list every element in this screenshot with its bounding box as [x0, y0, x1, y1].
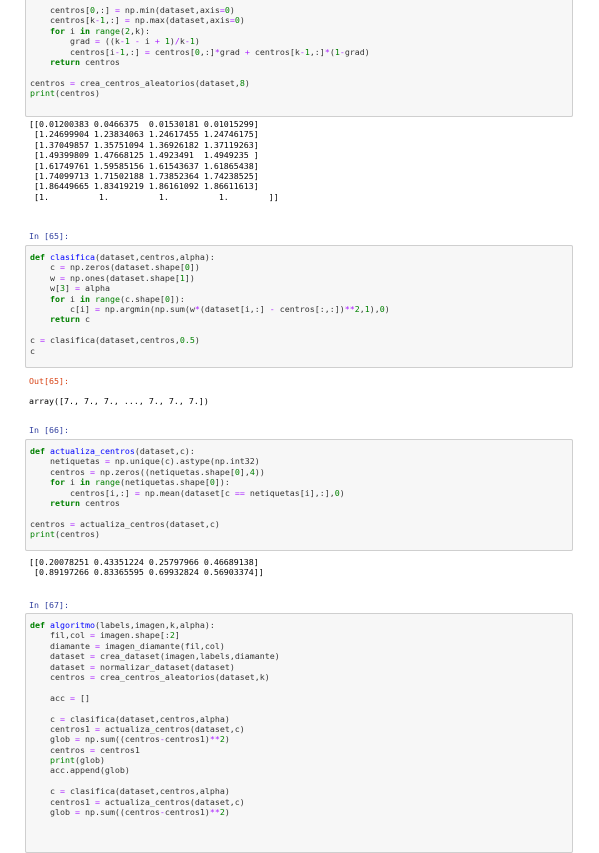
code-editor[interactable]: def clasifica(dataset,centros,alpha): c … — [26, 246, 572, 356]
code-line: acc = [] — [30, 692, 90, 703]
code-line: return centros — [49, 56, 120, 67]
code-line: c = clasifica(dataset,centros,alpha) — [30, 713, 230, 724]
output-actualiza-centros: [[0.20078251 0.43351224 0.25797966 0.466… — [29, 557, 569, 578]
output-line: [0.89197266 0.83365595 0.69932824 0.5690… — [29, 567, 264, 578]
code-line: dataset = normalizar_dataset(dataset) — [30, 661, 235, 672]
input-prompt-66: In [66]: — [29, 425, 69, 435]
code-line: centros = np.zeros((netiquetas.shape[0],… — [30, 466, 265, 477]
code-line: centros = crea_centros_aleatorios(datase… — [30, 77, 250, 88]
code-line: centros1 = actualiza_centros(dataset,c) — [30, 723, 245, 734]
input-prompt-65: In [65]: — [29, 231, 69, 241]
code-line: for i in range(c.shape[0]): — [49, 293, 185, 304]
output-line: [[0.01200383 0.0466375 0.01530181 0.0101… — [29, 119, 259, 129]
input-prompt-67: In [67]: — [29, 600, 69, 610]
code-cell-actualiza-centros[interactable]: def actualiza_centros(dataset,c): netiqu… — [25, 439, 573, 551]
code-line: netiquetas = np.unique(c).astype(np.int3… — [30, 456, 260, 467]
code-line: grad = ((k-1 - i + 1)/k-1) — [30, 36, 200, 47]
code-line: centros1 = actualiza_centros(dataset,c) — [30, 796, 245, 807]
output-line: [[0.20078251 0.43351224 0.25797966 0.466… — [29, 557, 259, 567]
code-line: centros = crea_centros_aleatorios(datase… — [30, 671, 270, 682]
code-editor[interactable]: centros[0,:] = np.min(dataset,axis=0) ce… — [26, 0, 572, 99]
output-line: [1.74099713 1.71502188 1.73852364 1.7423… — [29, 170, 259, 181]
code-line: print(glob) — [49, 755, 105, 766]
code-line: centros[i-1,:] = centros[0,:]*grad + cen… — [30, 46, 370, 57]
output-line: [1.86449665 1.83419219 1.86161092 1.8661… — [29, 181, 259, 192]
code-cell-clasifica[interactable]: def clasifica(dataset,centros,alpha): c … — [25, 245, 573, 368]
output-line: [1. 1. 1. 1. ]] — [29, 191, 279, 202]
code-line: fil,col = imagen.shape[:2] — [30, 630, 180, 641]
code-line: c[i] = np.argmin(np.sum(w*(dataset[i,:] … — [30, 303, 390, 314]
output-line: [1.49399809 1.47668125 1.4923491 1.49492… — [29, 150, 259, 161]
code-line: print(centros) — [30, 88, 100, 99]
code-line: print(centros) — [30, 529, 100, 540]
code-line: for i in range(netiquetas.shape[0]): — [49, 477, 230, 488]
output-line: [1.37049857 1.35751094 1.36926182 1.3711… — [29, 139, 259, 150]
output-prompt-65: Out[65]: — [29, 376, 69, 386]
code-line: glob = np.sum((centros-centros1)**2) — [30, 734, 230, 745]
code-cell-algoritmo[interactable]: def algoritmo(labels,imagen,k,alpha): fi… — [25, 613, 573, 853]
code-line: return centros — [49, 497, 120, 508]
code-line: dataset = crea_dataset(imagen,labels,dia… — [30, 651, 280, 662]
code-editor[interactable]: def actualiza_centros(dataset,c): netiqu… — [26, 440, 572, 540]
code-line: glob = np.sum((centros-centros1)**2) — [30, 807, 230, 818]
code-line: def actualiza_centros(dataset,c): — [30, 446, 195, 456]
code-line: centros[i,:] = np.mean(dataset[c == neti… — [30, 487, 345, 498]
code-cell-crea-centros[interactable]: centros[0,:] = np.min(dataset,axis=0) ce… — [25, 0, 573, 117]
code-line: centros = centros1 — [30, 744, 140, 755]
code-line: c — [30, 345, 35, 356]
code-line: w = np.ones(dataset.shape[1]) — [30, 272, 195, 283]
code-line: def algoritmo(labels,imagen,k,alpha): — [30, 620, 215, 630]
output-line: [1.24699904 1.23834063 1.24617455 1.2474… — [29, 129, 259, 140]
code-line: centros = actualiza_centros(dataset,c) — [30, 518, 220, 529]
code-line: def clasifica(dataset,centros,alpha): — [30, 252, 215, 262]
code-line: w[3] = alpha — [30, 283, 110, 294]
code-line: diamante = imagen_diamante(fil,col) — [30, 640, 225, 651]
code-line: for i in range(2,k): — [49, 25, 150, 36]
code-editor[interactable]: def algoritmo(labels,imagen,k,alpha): fi… — [26, 614, 572, 817]
code-line: centros[0,:] = np.min(dataset,axis=0) — [30, 5, 235, 15]
code-line: centros[k-1,:] = np.max(dataset,axis=0) — [30, 15, 245, 26]
output-line: array([7., 7., 7., ..., 7., 7., 7.]) — [29, 396, 209, 406]
output-crea-centros: [[0.01200383 0.0466375 0.01530181 0.0101… — [29, 119, 569, 202]
code-line: c = clasifica(dataset,centros,alpha) — [30, 786, 230, 797]
code-line: c = clasifica(dataset,centros,0.5) — [30, 335, 200, 346]
code-line: return c — [49, 314, 90, 325]
code-line: c = np.zeros(dataset.shape[0]) — [30, 262, 200, 273]
output-line: [1.61749761 1.59585156 1.61543637 1.6186… — [29, 160, 259, 171]
code-line: acc.append(glob) — [30, 765, 130, 776]
output-clasifica: array([7., 7., 7., ..., 7., 7., 7.]) — [29, 396, 569, 406]
